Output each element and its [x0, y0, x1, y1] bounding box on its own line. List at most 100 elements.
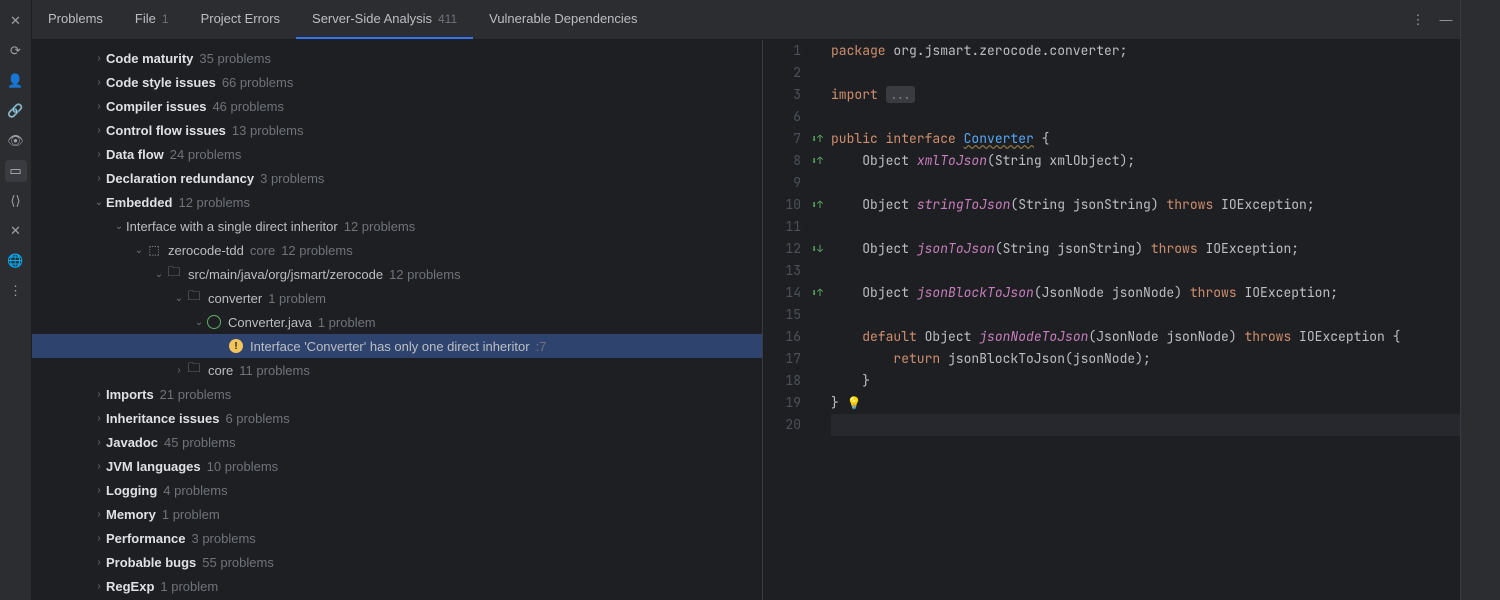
- chevron-right-icon[interactable]: ›: [92, 461, 106, 472]
- folder-icon: [186, 290, 202, 306]
- tree-category[interactable]: ›Probable bugs55 problems: [32, 550, 762, 574]
- chevron-right-icon[interactable]: ›: [92, 53, 106, 64]
- tree-category[interactable]: ›Declaration redundancy 3 problems: [32, 166, 762, 190]
- category-name: Memory: [106, 507, 156, 522]
- link-icon[interactable]: 🔗: [5, 100, 27, 122]
- chevron-right-icon[interactable]: ›: [92, 533, 106, 544]
- bulb-icon[interactable]: 💡: [847, 395, 862, 411]
- category-name: Code maturity: [106, 51, 193, 66]
- category-count: 66 problems: [222, 75, 294, 90]
- folder-icon: [186, 362, 202, 378]
- chevron-right-icon[interactable]: ›: [92, 125, 106, 136]
- interface-icon: [207, 315, 221, 329]
- chevron-right-icon[interactable]: ›: [92, 509, 106, 520]
- code-editor[interactable]: 12367891011121314151617181920 ⬇↑ ⬇↑ ⬇↑ ⬇…: [762, 40, 1460, 600]
- tree-category[interactable]: ›Memory1 problem: [32, 502, 762, 526]
- tree-category[interactable]: ›RegExp1 problem: [32, 574, 762, 598]
- tree-category[interactable]: ›Javadoc 45 problems: [32, 430, 762, 454]
- category-count: 24 problems: [170, 147, 242, 162]
- category-name: Code style issues: [106, 75, 216, 90]
- category-name: Declaration redundancy: [106, 171, 254, 186]
- user-icon[interactable]: 👤: [5, 70, 27, 92]
- refresh-icon[interactable]: ⟳: [5, 40, 27, 62]
- tree-package[interactable]: ⌄src/main/java/org/jsmart/zerocode12 pro…: [32, 262, 762, 286]
- category-name: Data flow: [106, 147, 164, 162]
- inherit-mark-icon[interactable]: ⬇↑: [811, 194, 829, 216]
- chevron-down-icon[interactable]: ⌄: [92, 197, 106, 208]
- chevron-right-icon[interactable]: ›: [92, 77, 106, 88]
- eye-icon[interactable]: 👁: [5, 130, 27, 152]
- tree-category[interactable]: ›Logging4 problems: [32, 478, 762, 502]
- tree-inspection[interactable]: ⌄Interface with a single direct inherito…: [32, 214, 762, 238]
- problems-tree[interactable]: ›Code maturity35 problems ›Code style is…: [32, 40, 762, 600]
- file-count: 1 problem: [318, 315, 376, 330]
- inherit-mark-icon[interactable]: ⬇↑: [811, 282, 829, 304]
- chevron-right-icon[interactable]: ›: [92, 149, 106, 160]
- chevron-right-icon[interactable]: ›: [92, 173, 106, 184]
- tree-folder-converter[interactable]: ⌄ converter 1 problem: [32, 286, 762, 310]
- tab-label: Problems: [48, 11, 103, 26]
- tab-problems[interactable]: Problems: [32, 0, 119, 39]
- chevron-right-icon[interactable]: ›: [92, 581, 106, 592]
- chevron-down-icon[interactable]: ⌄: [152, 269, 166, 280]
- category-count: 45 problems: [164, 435, 236, 450]
- tree-category[interactable]: ›Code style issues 66 problems: [32, 70, 762, 94]
- preview-icon[interactable]: ▭: [5, 160, 27, 182]
- more-icon[interactable]: ⋮: [5, 280, 27, 302]
- gutter-marks: ⬇↑ ⬇↑ ⬇↑ ⬇↓ ⬇↑: [811, 40, 829, 600]
- tree-category[interactable]: ›JVM languages10 problems: [32, 454, 762, 478]
- chevron-down-icon[interactable]: ⌄: [172, 293, 186, 304]
- tab-label: File: [135, 11, 156, 26]
- category-name: Javadoc: [106, 435, 158, 450]
- category-count: 3 problems: [260, 171, 324, 186]
- code-content[interactable]: package org.jsmart.zerocode.converter; i…: [829, 40, 1460, 600]
- tree-folder-core[interactable]: ›core11 problems: [32, 358, 762, 382]
- inspection-name: Interface with a single direct inheritor: [126, 219, 338, 234]
- tree-category[interactable]: ›Imports21 problems: [32, 382, 762, 406]
- kebab-icon[interactable]: ⋮: [1404, 0, 1432, 39]
- globe-icon[interactable]: 🌐: [5, 250, 27, 272]
- tool-gutter: ✕ ⟳ 👤 🔗 👁 ▭ ⟨⟩ ✕ 🌐 ⋮: [0, 0, 32, 600]
- folder-name: converter: [208, 291, 262, 306]
- x-icon[interactable]: ✕: [5, 220, 27, 242]
- tree-module[interactable]: ⌄zerocode-tddcore12 problems: [32, 238, 762, 262]
- tab-project-errors[interactable]: Project Errors: [185, 0, 296, 39]
- chevron-down-icon[interactable]: ⌄: [192, 317, 206, 328]
- category-count: 10 problems: [207, 459, 279, 474]
- tree-category[interactable]: ›Data flow 24 problems: [32, 142, 762, 166]
- folder-count: 1 problem: [268, 291, 326, 306]
- tree-category[interactable]: ›Compiler issues46 problems: [32, 94, 762, 118]
- chevron-down-icon[interactable]: ⌄: [132, 245, 146, 256]
- tree-category[interactable]: ›Control flow issues13 problems: [32, 118, 762, 142]
- tree-category[interactable]: ›Performance3 problems: [32, 526, 762, 550]
- tree-category[interactable]: ›Inheritance issues6 problems: [32, 406, 762, 430]
- minimize-icon[interactable]: —: [1432, 0, 1460, 39]
- chevron-right-icon[interactable]: ›: [92, 485, 106, 496]
- inherit-mark-icon[interactable]: ⬇↑: [811, 128, 829, 150]
- tab-file[interactable]: File1: [119, 0, 185, 39]
- tree-file[interactable]: ⌄Converter.java1 problem: [32, 310, 762, 334]
- tab-label: Server-Side Analysis: [312, 11, 432, 26]
- inherit-mark-icon[interactable]: ⬇↑: [811, 150, 829, 172]
- fold-indicator[interactable]: ...: [886, 86, 915, 103]
- chevron-right-icon[interactable]: ›: [92, 413, 106, 424]
- chevron-right-icon[interactable]: ›: [92, 101, 106, 112]
- tree-category-embedded[interactable]: ⌄Embedded12 problems: [32, 190, 762, 214]
- category-count: 3 problems: [191, 531, 255, 546]
- content-split: ›Code maturity35 problems ›Code style is…: [32, 40, 1460, 600]
- module-icon: [146, 242, 162, 258]
- chevron-right-icon[interactable]: ›: [92, 557, 106, 568]
- close-icon[interactable]: ✕: [5, 10, 27, 32]
- chevron-down-icon[interactable]: ⌄: [112, 221, 126, 232]
- category-count: 4 problems: [163, 483, 227, 498]
- tab-vuln-deps[interactable]: Vulnerable Dependencies: [473, 0, 653, 39]
- chevron-right-icon[interactable]: ›: [172, 365, 186, 376]
- tree-category[interactable]: ›Code maturity35 problems: [32, 46, 762, 70]
- tab-server-side[interactable]: Server-Side Analysis411: [296, 0, 473, 39]
- inherit-mark-icon[interactable]: ⬇↓: [811, 238, 829, 260]
- chevron-right-icon[interactable]: ›: [92, 437, 106, 448]
- line-numbers: 12367891011121314151617181920: [763, 40, 811, 600]
- tree-issue[interactable]: !Interface 'Converter' has only one dire…: [32, 334, 762, 358]
- bracket-icon[interactable]: ⟨⟩: [5, 190, 27, 212]
- chevron-right-icon[interactable]: ›: [92, 389, 106, 400]
